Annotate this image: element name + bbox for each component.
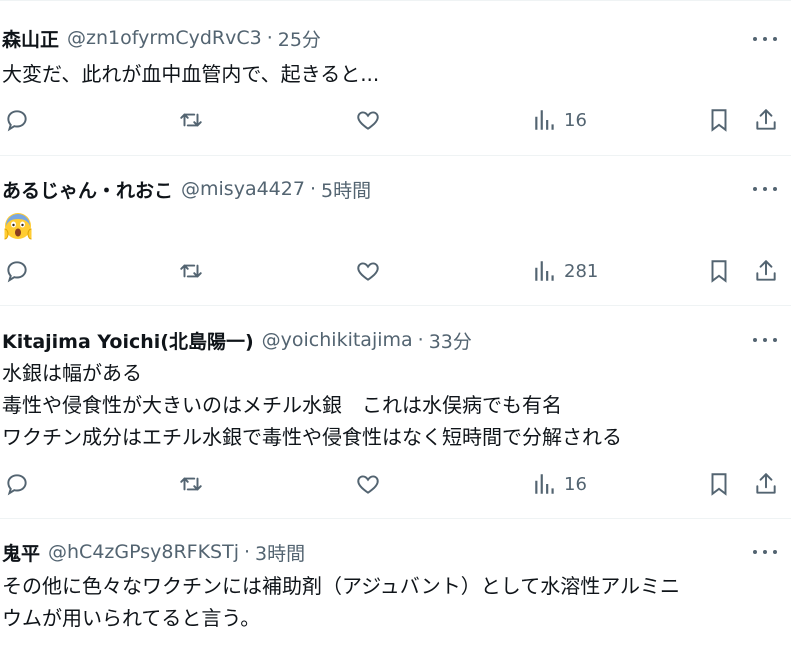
more-icon[interactable] xyxy=(753,544,777,560)
separator: · xyxy=(266,27,273,49)
tweet-text-line: ワクチン成分はエチル水銀で毒性や侵食性はなく短時間で分解される xyxy=(2,425,622,449)
more-icon[interactable] xyxy=(753,181,777,197)
action-bar: 16 xyxy=(0,105,791,135)
more-icon[interactable] xyxy=(753,31,777,47)
tweet-text-line: 大変だ、此れが血中血管内で、起きると... xyxy=(2,62,380,86)
timestamp[interactable]: 3時間 xyxy=(255,539,305,566)
like-button[interactable] xyxy=(355,256,381,286)
reply-button[interactable] xyxy=(4,105,30,135)
bookmark-button[interactable] xyxy=(706,105,732,135)
tweet-text: 水銀は幅がある 毒性や侵食性が大きいのはメチル水銀 これは水俣病でも有名 ワクチ… xyxy=(2,357,622,453)
retweet-button[interactable] xyxy=(178,256,204,286)
action-bar: 281 xyxy=(0,256,791,286)
like-button[interactable] xyxy=(355,469,381,499)
tweet-header: 森山正 @zn1ofyrmCydRvC3 · 25分 xyxy=(2,25,321,51)
share-button[interactable] xyxy=(753,256,779,286)
author-name[interactable]: 森山正 xyxy=(2,25,59,52)
views-button[interactable]: 16 xyxy=(532,469,587,499)
reply-icon xyxy=(7,261,27,283)
author-handle[interactable]: @zn1ofyrmCydRvC3 xyxy=(67,27,262,49)
share-icon xyxy=(756,260,776,281)
reply-icon xyxy=(7,474,27,496)
author-handle[interactable]: @hC4zGPsy8RFKSTj xyxy=(48,541,239,563)
author-name[interactable]: あるじゃん・れおこ xyxy=(2,176,173,203)
bookmark-icon xyxy=(711,473,727,496)
like-icon xyxy=(357,475,379,494)
tweet[interactable]: Kitajima Yoichi(北島陽一) @yoichikitajima · … xyxy=(0,305,791,519)
timestamp[interactable]: 33分 xyxy=(429,327,472,354)
tweet[interactable]: 森山正 @zn1ofyrmCydRvC3 · 25分 大変だ、此れが血中血管内で… xyxy=(0,0,791,156)
separator: · xyxy=(244,541,251,563)
action-bar: 16 xyxy=(0,469,791,499)
author-name[interactable]: Kitajima Yoichi(北島陽一) xyxy=(2,327,254,354)
retweet-icon xyxy=(180,113,202,127)
tweet-text: 大変だ、此れが血中血管内で、起きると... xyxy=(2,58,379,90)
views-icon xyxy=(535,110,554,130)
separator: · xyxy=(309,178,316,200)
views-icon xyxy=(535,261,554,281)
author-handle[interactable]: @misya4427 xyxy=(181,178,305,200)
retweet-icon xyxy=(180,477,202,491)
retweet-button[interactable] xyxy=(178,105,204,135)
author-handle[interactable]: @yoichikitajima xyxy=(262,329,413,351)
separator: · xyxy=(417,329,424,351)
views-button[interactable]: 16 xyxy=(532,105,587,135)
tweet-header: Kitajima Yoichi(北島陽一) @yoichikitajima · … xyxy=(2,327,472,353)
tweet-header: 鬼平 @hC4zGPsy8RFKSTj · 3時間 xyxy=(2,539,305,565)
views-count: 16 xyxy=(564,473,587,495)
like-button[interactable] xyxy=(355,105,381,135)
tweet-header: あるじゃん・れおこ @misya4427 · 5時間 xyxy=(2,176,371,202)
tweet-text-line: その他に色々なワクチンには補助剤（アジュバント）として水溶性アルミニ xyxy=(2,574,680,598)
views-count: 281 xyxy=(564,260,599,282)
retweet-button[interactable] xyxy=(178,469,204,499)
tweet-text: その他に色々なワクチンには補助剤（アジュバント）として水溶性アルミニ ウムが用い… xyxy=(2,570,680,634)
bookmark-icon xyxy=(711,109,727,132)
share-icon xyxy=(756,473,776,494)
bookmark-button[interactable] xyxy=(706,256,732,286)
tweet[interactable]: あるじゃん・れおこ @misya4427 · 5時間 281 xyxy=(0,155,791,306)
share-button[interactable] xyxy=(753,469,779,499)
tweet-text-line: ウムが用いられてると言う。 xyxy=(2,606,261,630)
face-screaming-in-fear-icon xyxy=(4,213,32,240)
bookmark-icon xyxy=(711,260,727,283)
views-icon xyxy=(535,474,554,494)
bookmark-button[interactable] xyxy=(706,469,732,499)
views-count: 16 xyxy=(564,109,587,131)
reply-icon xyxy=(7,110,27,132)
views-button[interactable]: 281 xyxy=(532,256,598,286)
tweet[interactable]: 鬼平 @hC4zGPsy8RFKSTj · 3時間 その他に色々なワクチンには補… xyxy=(0,518,791,646)
more-icon[interactable] xyxy=(753,332,777,348)
timestamp[interactable]: 25分 xyxy=(278,25,321,52)
like-icon xyxy=(357,262,379,281)
share-button[interactable] xyxy=(753,105,779,135)
reply-button[interactable] xyxy=(4,469,30,499)
tweet-text-line: 水銀は幅がある xyxy=(2,361,142,385)
author-name[interactable]: 鬼平 xyxy=(2,539,40,566)
tweet-text-line: 毒性や侵食性が大きいのはメチル水銀 これは水俣病でも有名 xyxy=(2,393,562,417)
share-icon xyxy=(756,109,776,130)
timestamp[interactable]: 5時間 xyxy=(321,176,371,203)
reply-button[interactable] xyxy=(4,256,30,286)
like-icon xyxy=(357,111,379,130)
retweet-icon xyxy=(180,264,202,278)
